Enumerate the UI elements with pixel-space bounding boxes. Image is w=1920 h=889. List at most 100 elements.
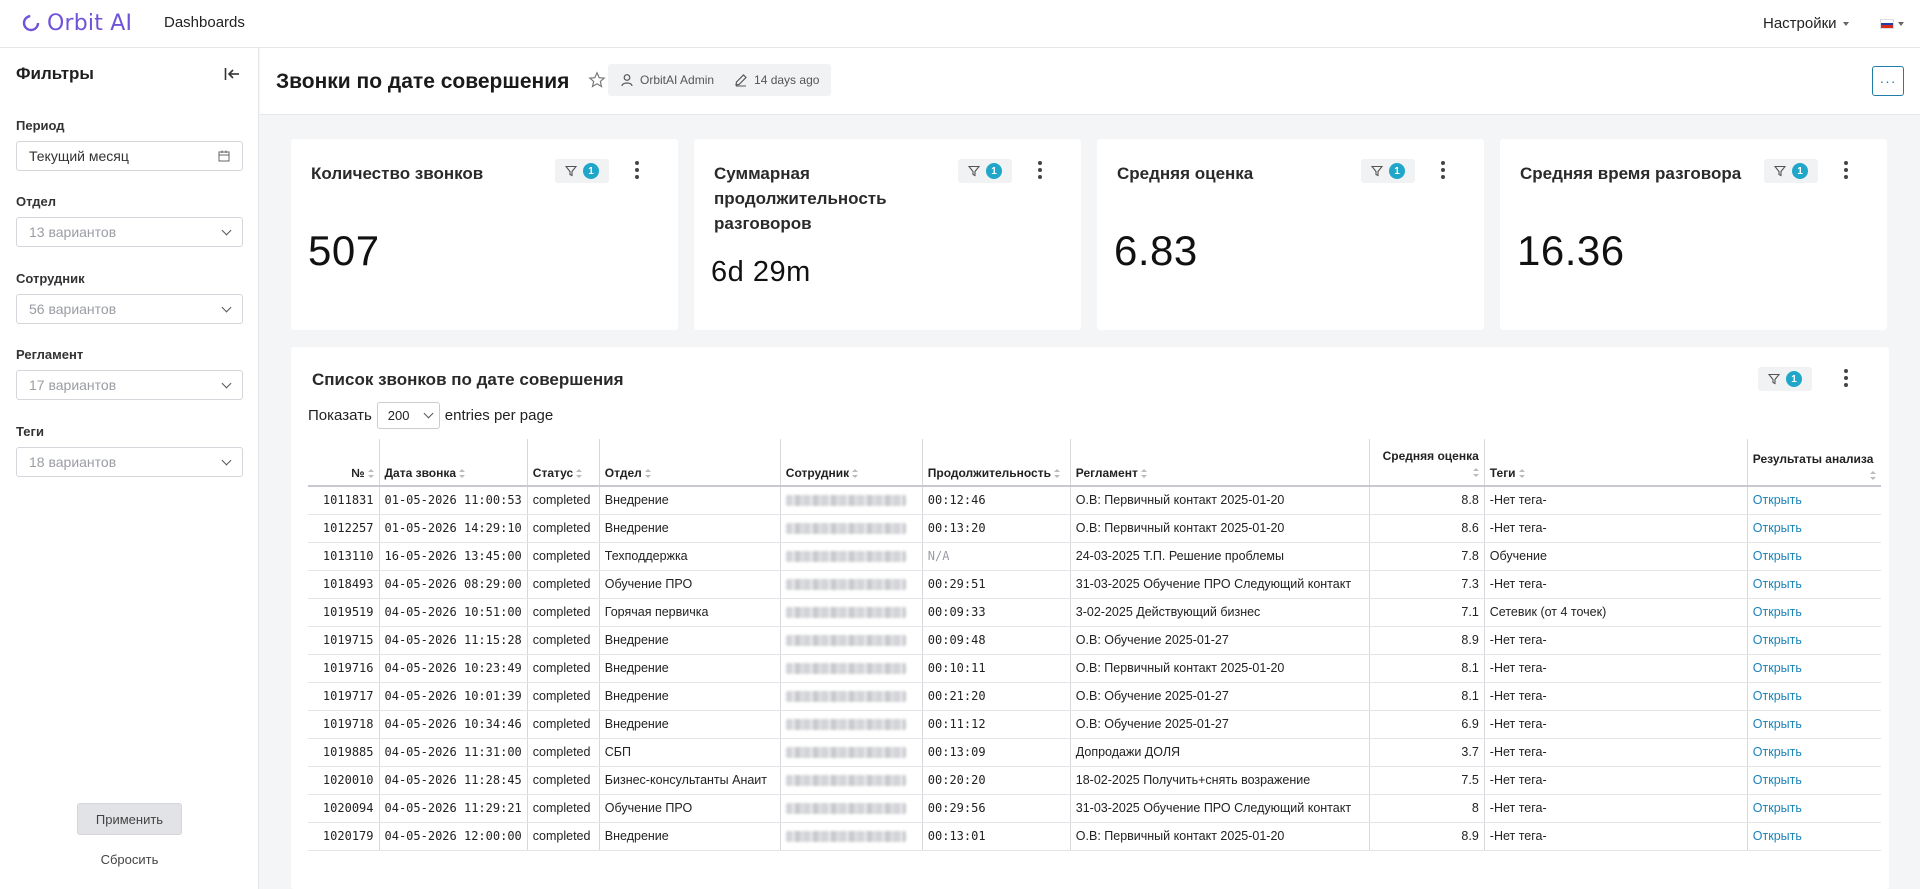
row-status: completed (527, 486, 600, 515)
row-department: Внедрение (599, 514, 781, 543)
column-header-department[interactable]: Отдел (599, 439, 781, 487)
star-favorite-icon[interactable] (588, 71, 606, 89)
row-reglament: 31-03-2025 Обучение ПРО Следующий контак… (1070, 794, 1370, 823)
column-header-reglament[interactable]: Регламент (1070, 439, 1370, 487)
table-row[interactable]: 1020010 04-05-2026 11:28:45 completed Бизне… (308, 766, 1882, 795)
calendar-icon (218, 150, 230, 162)
kebab-menu-icon[interactable] (1844, 369, 1848, 387)
open-analysis-link[interactable]: Открыть (1753, 745, 1802, 759)
row-reglament: О.В: Первичный контакт 2025-01-20 (1070, 486, 1370, 515)
table-row[interactable]: 1018493 04-05-2026 08:29:00 completed Обуче… (308, 570, 1882, 599)
row-id: 1019717 (308, 682, 380, 711)
row-department: Внедрение (599, 626, 781, 655)
column-header-status[interactable]: Статус (527, 439, 600, 487)
open-analysis-link[interactable]: Открыть (1753, 549, 1802, 563)
table-row[interactable]: 1012257 01-05-2026 14:29:10 completed Внедр… (308, 514, 1882, 543)
row-duration: 00:13:09 (922, 738, 1071, 767)
settings-label: Настройки (1763, 15, 1837, 32)
table-row[interactable]: 1011831 01-05-2026 11:00:53 completed Внедр… (308, 486, 1882, 515)
column-header-duration[interactable]: Продолжительность (922, 439, 1071, 487)
panel-filter-button[interactable]: 1 (1758, 367, 1812, 391)
nav-dashboards-link[interactable]: Dashboards (164, 14, 245, 31)
table-row[interactable]: 1019716 04-05-2026 10:23:49 completed Внедр… (308, 654, 1882, 683)
orbit-ai-logo[interactable]: Orbit AI (21, 10, 132, 36)
reglament-select[interactable]: 17 вариантов (16, 370, 243, 400)
table-row[interactable]: 1020094 04-05-2026 11:29:21 completed Обуче… (308, 794, 1882, 823)
period-date-input[interactable]: Текущий месяц (16, 141, 243, 171)
kebab-menu-icon[interactable] (1038, 161, 1042, 179)
tags-select[interactable]: 18 вариантов (16, 447, 243, 477)
card-filter-button[interactable]: 1 (958, 159, 1012, 183)
row-date: 04-05-2026 08:29:00 (379, 570, 528, 599)
reset-button[interactable]: Сбросить (77, 845, 182, 873)
card-filter-button[interactable]: 1 (1361, 159, 1415, 183)
row-department: Внедрение (599, 654, 781, 683)
kebab-menu-icon[interactable] (635, 161, 639, 179)
per-page-suffix: entries per page (444, 406, 554, 424)
table-row[interactable]: 1019718 04-05-2026 10:34:46 completed Внедр… (308, 710, 1882, 739)
table-header-row: № Дата звонка Статус Отдел Сотрудник Про… (308, 439, 1882, 487)
language-selector[interactable] (1880, 19, 1904, 29)
row-score: 8.8 (1369, 486, 1485, 515)
column-header-employee[interactable]: Сотрудник (780, 439, 923, 487)
per-page-value: 200 (387, 407, 410, 423)
row-reglament: 3-02-2025 Действующий бизнес (1070, 598, 1370, 627)
column-header-average-score[interactable]: Средняя оценка (1369, 439, 1485, 487)
row-result-link: Открыть (1747, 626, 1882, 655)
sort-icon (1518, 469, 1525, 479)
open-analysis-link[interactable]: Открыть (1753, 801, 1802, 815)
row-date: 01-05-2026 14:29:10 (379, 514, 528, 543)
column-header-date[interactable]: Дата звонка (379, 439, 528, 487)
row-tags: -Нет тега- (1484, 766, 1748, 795)
row-score: 3.7 (1369, 738, 1485, 767)
department-select[interactable]: 13 вариантов (16, 217, 243, 247)
blurred-employee-name (785, 747, 906, 758)
row-id: 1020010 (308, 766, 380, 795)
open-analysis-link[interactable]: Открыть (1753, 829, 1802, 843)
sort-icon (1140, 469, 1147, 479)
table-row[interactable]: 1019885 04-05-2026 11:31:00 completed СБП 00… (308, 738, 1882, 767)
table-row[interactable]: 1019519 04-05-2026 10:51:00 completed Горяч… (308, 598, 1882, 627)
open-analysis-link[interactable]: Открыть (1753, 689, 1802, 703)
open-analysis-link[interactable]: Открыть (1753, 577, 1802, 591)
row-tags: -Нет тега- (1484, 654, 1748, 683)
settings-menu[interactable]: Настройки (1763, 15, 1849, 32)
open-analysis-link[interactable]: Открыть (1753, 773, 1802, 787)
table-row[interactable]: 1019715 04-05-2026 11:15:28 completed Внедр… (308, 626, 1882, 655)
kebab-menu-icon[interactable] (1441, 161, 1445, 179)
chevron-down-icon (221, 378, 232, 388)
column-header-results[interactable]: Результаты анализа (1747, 439, 1882, 487)
employee-select[interactable]: 56 вариантов (16, 294, 243, 324)
kebab-menu-icon[interactable] (1844, 161, 1848, 179)
per-page-select[interactable]: 200 (376, 401, 440, 429)
column-header-tags[interactable]: Теги (1484, 439, 1748, 487)
row-employee (780, 486, 923, 515)
page-title: Звонки по дате совершения (276, 70, 570, 93)
sort-icon (459, 469, 466, 479)
column-header-number[interactable]: № (308, 439, 380, 487)
collapse-sidebar-icon[interactable] (222, 64, 242, 84)
filter-icon (565, 165, 577, 177)
row-duration: 00:09:33 (922, 598, 1071, 627)
reglament-placeholder: 17 вариантов (29, 377, 117, 393)
open-analysis-link[interactable]: Открыть (1753, 521, 1802, 535)
table-row[interactable]: 1020179 04-05-2026 12:00:00 completed Внедр… (308, 822, 1882, 851)
open-analysis-link[interactable]: Открыть (1753, 633, 1802, 647)
row-tags: Обучение (1484, 542, 1748, 571)
dashboard-header: Звонки по дате совершения OrbitAI Admin … (260, 48, 1920, 115)
sort-icon (1472, 468, 1479, 478)
table-row[interactable]: 1019717 04-05-2026 10:01:39 completed Внедр… (308, 682, 1882, 711)
card-filter-button[interactable]: 1 (1764, 159, 1818, 183)
open-analysis-link[interactable]: Открыть (1753, 493, 1802, 507)
more-options-button[interactable]: ··· (1872, 66, 1904, 96)
row-duration: N/A (922, 542, 1071, 571)
blurred-employee-name (785, 719, 906, 730)
table-row[interactable]: 1013110 16-05-2026 13:45:00 completed Техпо… (308, 542, 1882, 571)
row-duration: 00:20:20 (922, 766, 1071, 795)
row-status: completed (527, 542, 600, 571)
open-analysis-link[interactable]: Открыть (1753, 605, 1802, 619)
card-filter-button[interactable]: 1 (555, 159, 609, 183)
open-analysis-link[interactable]: Открыть (1753, 717, 1802, 731)
open-analysis-link[interactable]: Открыть (1753, 661, 1802, 675)
apply-button[interactable]: Применить (77, 803, 182, 835)
